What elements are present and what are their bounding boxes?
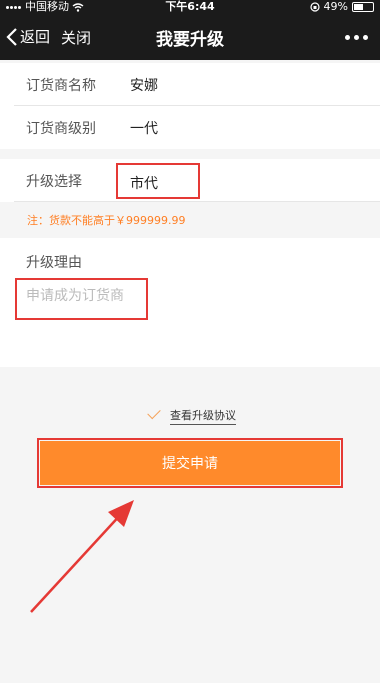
annotation-arrow-icon <box>30 500 134 613</box>
